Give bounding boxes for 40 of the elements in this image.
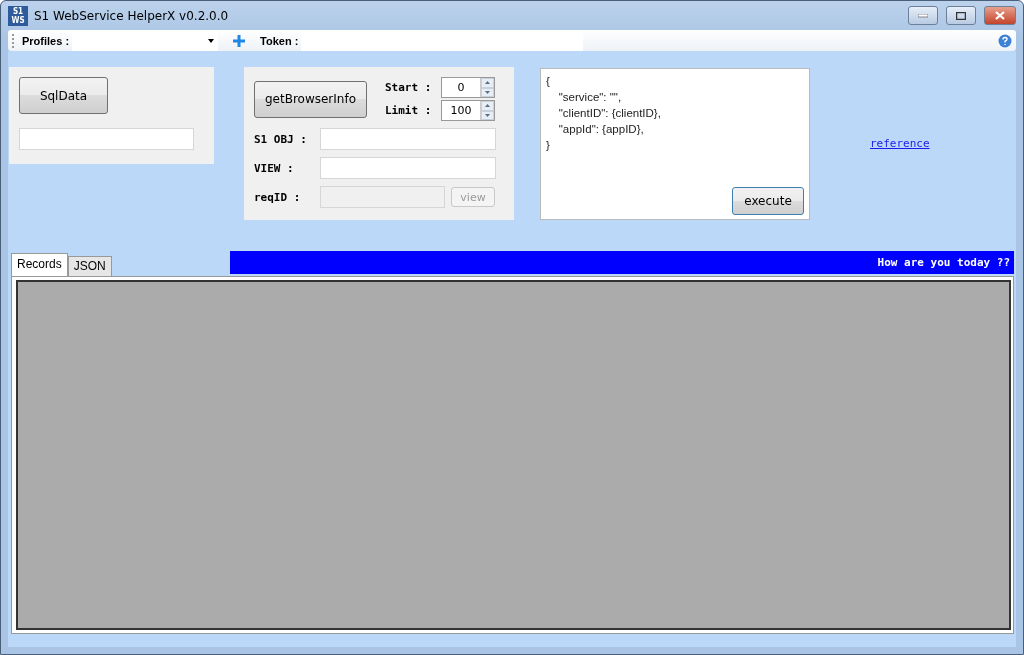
tab[interactable]: Records	[11, 253, 68, 276]
getbrowserinfo-button[interactable]: getBrowserInfo	[254, 80, 367, 118]
sql-field[interactable]	[19, 128, 194, 150]
field-label: VIEW :	[254, 161, 295, 175]
up-arrow-icon	[485, 104, 490, 108]
number-spinner[interactable]: 0	[441, 77, 495, 98]
spin-up-button[interactable]	[481, 101, 494, 111]
input-field[interactable]	[320, 128, 496, 150]
execute-button[interactable]: execute	[732, 187, 804, 215]
minimize-icon	[918, 13, 928, 18]
spin-up-button[interactable]	[481, 78, 494, 88]
down-arrow-icon	[485, 90, 490, 94]
sqldata-button[interactable]: SqlData	[19, 77, 108, 114]
tab[interactable]: JSON	[67, 256, 112, 276]
help-icon[interactable]	[998, 33, 1012, 48]
input-field[interactable]	[320, 157, 496, 179]
spin-down-button[interactable]	[481, 110, 494, 120]
json-editor[interactable]: { "service": "", "clientID": {clientID}, "appId": {appID}, } execute	[540, 68, 810, 220]
up-arrow-icon	[485, 81, 490, 85]
reference-link[interactable]: reference	[870, 137, 930, 150]
close-icon	[995, 11, 1005, 20]
maximize-button[interactable]	[946, 6, 976, 25]
token-label: Token :	[260, 34, 299, 47]
field-label: S1 OBJ :	[254, 132, 308, 146]
field-label: reqID :	[254, 190, 302, 204]
number-spinner[interactable]: 100	[441, 100, 495, 121]
app-icon: S1 WS	[8, 5, 28, 26]
spinner-label: Start :	[385, 81, 433, 94]
minimize-button[interactable]	[908, 6, 938, 25]
down-arrow-icon	[485, 113, 490, 117]
add-icon[interactable]	[232, 33, 247, 48]
close-button[interactable]	[984, 6, 1016, 25]
spinner-label: Limit :	[385, 104, 433, 117]
spin-down-button[interactable]	[481, 87, 494, 97]
code-text: { "service": "", "clientID": {clientID}, "appId": {appID}, }	[546, 74, 662, 153]
caret-icon	[208, 38, 215, 43]
maximize-icon	[956, 11, 966, 20]
window-title: S1 WebService HelperX v0.2.0.0	[34, 8, 230, 23]
profiles-label: Profiles :	[22, 34, 70, 47]
status-banner: How are you today ??	[229, 251, 1014, 274]
